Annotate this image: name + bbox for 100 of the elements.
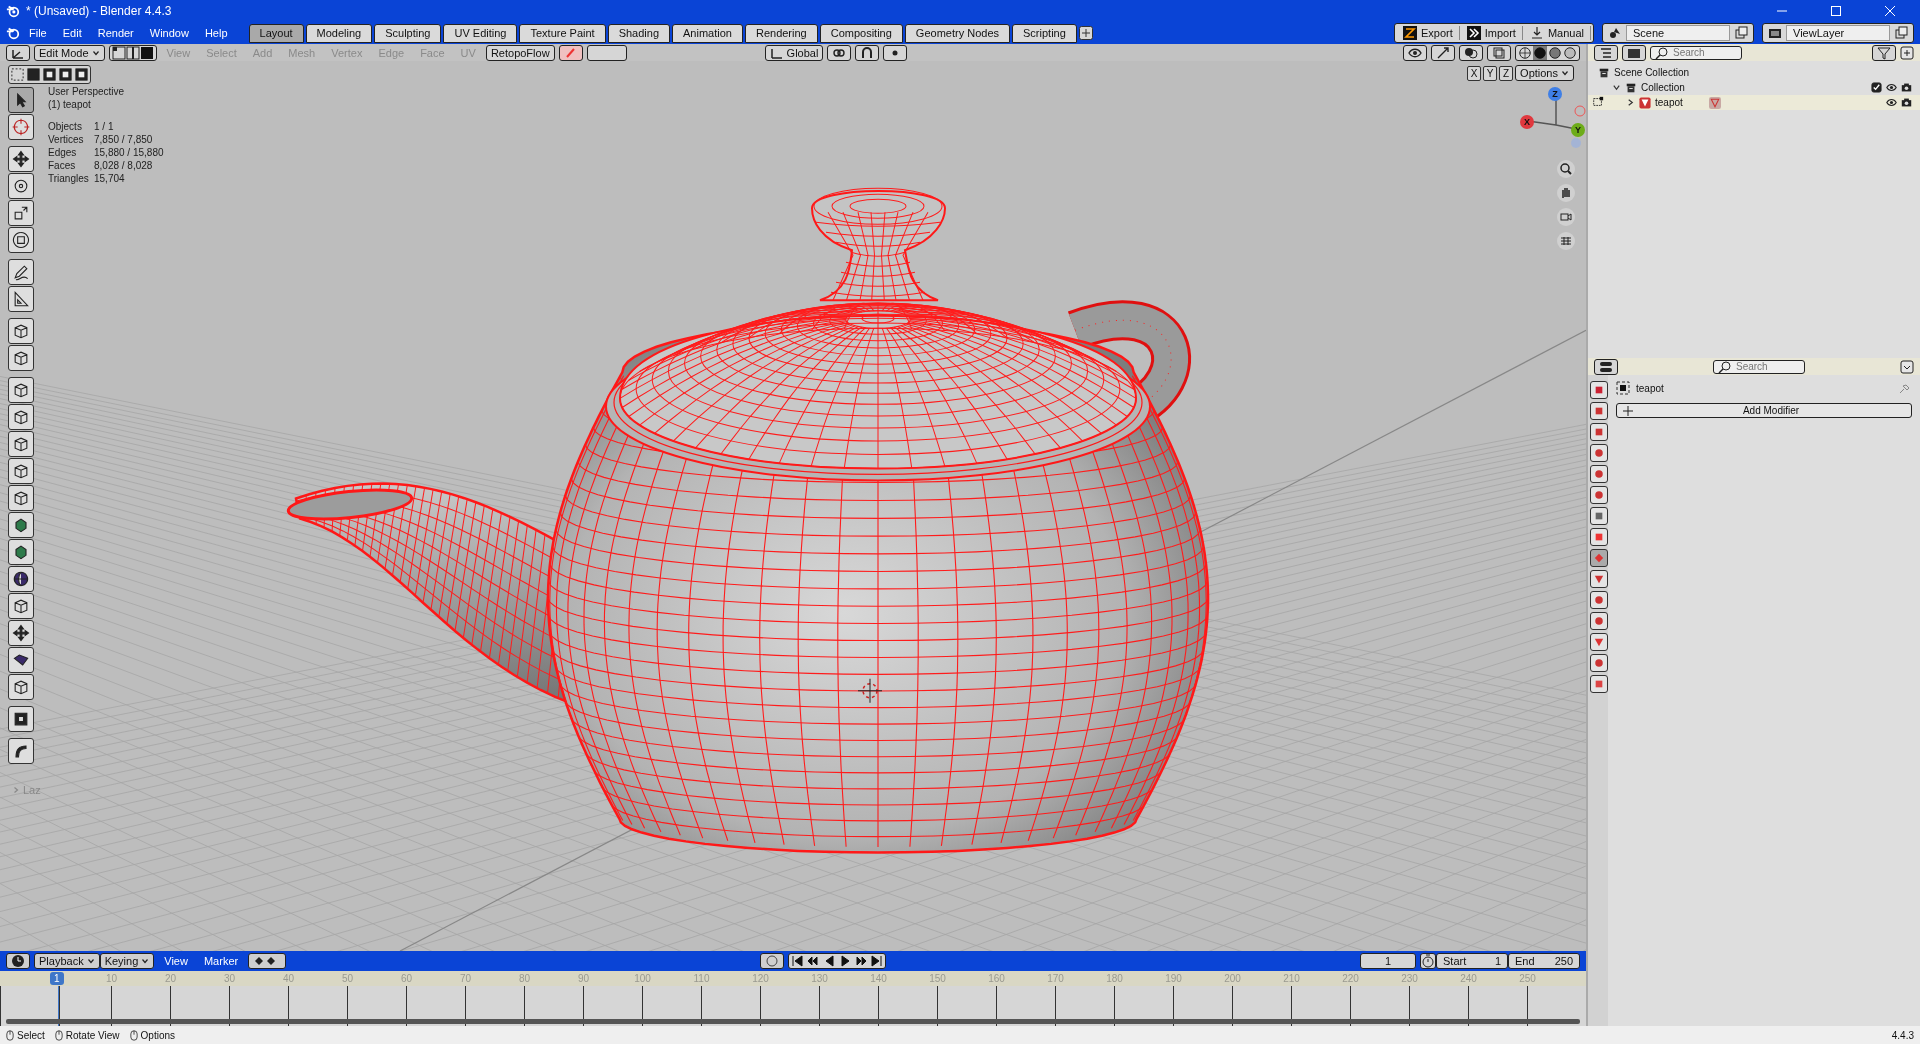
- shading-button[interactable]: [1563, 45, 1577, 60]
- tool-button[interactable]: [8, 674, 34, 700]
- close-icon[interactable]: [1882, 3, 1898, 19]
- properties-tab[interactable]: [1590, 402, 1608, 420]
- proportional-dropdown[interactable]: [883, 44, 908, 61]
- tool-button[interactable]: [8, 173, 34, 199]
- tool-button[interactable]: [8, 647, 34, 673]
- workspace-tab[interactable]: Shading: [607, 23, 671, 43]
- search-field[interactable]: Search: [1650, 45, 1742, 60]
- outliner-row[interactable]: teapot: [1588, 95, 1920, 110]
- copy-icon[interactable]: [1894, 26, 1908, 40]
- pivot-dropdown[interactable]: [827, 44, 852, 61]
- workspace-tab[interactable]: Geometry Nodes: [904, 23, 1010, 43]
- tool-button[interactable]: [8, 345, 34, 371]
- editor-type-dropdown[interactable]: [6, 44, 30, 61]
- new-collection-icon[interactable]: [1900, 45, 1914, 60]
- mesh-data-icon[interactable]: [1708, 96, 1721, 109]
- checkbox[interactable]: [1871, 82, 1882, 93]
- overlay-dropdown[interactable]: [1459, 44, 1483, 61]
- selection-mode-icon[interactable]: [26, 67, 41, 82]
- playhead-marker[interactable]: 1: [50, 972, 64, 985]
- copy-icon[interactable]: [1734, 26, 1748, 40]
- timeline-dropdown[interactable]: Keying: [99, 953, 155, 969]
- search-field[interactable]: Search: [1713, 359, 1805, 374]
- end-frame-field[interactable]: End 250: [1508, 953, 1580, 969]
- addon-dropdown[interactable]: RetopoFlow: [485, 44, 555, 61]
- tool-button[interactable]: [8, 318, 34, 344]
- navigation-gizmo[interactable]: X Y Z: [1516, 85, 1586, 165]
- tool-button[interactable]: [8, 87, 34, 113]
- properties-tab[interactable]: [1590, 486, 1608, 504]
- menu-item[interactable]: Help: [197, 27, 235, 39]
- xray-button[interactable]: [1487, 44, 1511, 61]
- properties-tab[interactable]: [1590, 528, 1608, 546]
- image-stack-icon[interactable]: [1768, 26, 1782, 40]
- menu-item[interactable]: Marker: [197, 955, 245, 967]
- timeline-scrollbar[interactable]: [6, 1019, 1580, 1024]
- grid-icon[interactable]: [1556, 231, 1576, 251]
- properties-tab[interactable]: [1590, 675, 1608, 693]
- funnel-dropdown[interactable]: [1872, 44, 1896, 61]
- start-frame-field[interactable]: Start 1: [1436, 953, 1508, 969]
- properties-tab[interactable]: [1590, 633, 1608, 651]
- workspace-tab[interactable]: Modeling: [305, 23, 373, 43]
- properties-tab[interactable]: [1590, 423, 1608, 441]
- tool-button[interactable]: [8, 377, 34, 403]
- visibility-dropdown[interactable]: [1403, 44, 1427, 61]
- properties-tab[interactable]: [1590, 444, 1608, 462]
- current-frame-field[interactable]: 1: [1360, 953, 1416, 969]
- stopwatch-icon[interactable]: [1420, 953, 1436, 969]
- tool-button[interactable]: [8, 286, 34, 312]
- menu-item[interactable]: Window: [142, 27, 196, 39]
- properties-tab[interactable]: [1590, 570, 1608, 588]
- gizmo-dropdown[interactable]: [1431, 44, 1455, 61]
- menu-item[interactable]: Render: [90, 27, 141, 39]
- tool-button[interactable]: [8, 114, 34, 140]
- menu-item[interactable]: File: [22, 27, 54, 39]
- plus-icon[interactable]: [1078, 26, 1093, 40]
- tool-button[interactable]: [8, 200, 34, 226]
- properties-tab[interactable]: [1590, 549, 1608, 567]
- tool-button[interactable]: [8, 259, 34, 285]
- options-dropdown[interactable]: Options: [1515, 65, 1574, 81]
- camera-icon[interactable]: [1901, 97, 1912, 108]
- tool-button[interactable]: [8, 431, 34, 457]
- display-mode-dropdown[interactable]: [1594, 44, 1618, 61]
- workspace-tab[interactable]: Texture Paint: [519, 23, 606, 43]
- chevron-down-icon[interactable]: [1612, 83, 1621, 92]
- selection-mode-icon[interactable]: [74, 67, 89, 82]
- mode-dropdown[interactable]: Edit Mode: [34, 44, 105, 61]
- select-mode-icons[interactable]: [108, 44, 157, 61]
- tool-button[interactable]: [8, 458, 34, 484]
- editor-type-dropdown[interactable]: [1594, 358, 1618, 375]
- workspace-tab[interactable]: Animation: [672, 23, 743, 43]
- selection-mode-icon[interactable]: [58, 67, 73, 82]
- scene-field[interactable]: Scene: [1626, 25, 1730, 41]
- tool-button[interactable]: [8, 485, 34, 511]
- menu-item[interactable]: View: [158, 955, 194, 967]
- properties-tab[interactable]: [1590, 381, 1608, 399]
- workspace-tab[interactable]: Sculpting: [374, 23, 442, 43]
- properties-tab[interactable]: [1590, 507, 1608, 525]
- maximize-icon[interactable]: [1828, 3, 1844, 19]
- chevron-right-icon[interactable]: [1626, 98, 1635, 107]
- brush-dropdown[interactable]: [558, 44, 583, 61]
- tool-button[interactable]: [8, 738, 34, 764]
- outliner-row[interactable]: Scene Collection: [1588, 65, 1920, 80]
- timeline-dropdown[interactable]: Playback: [34, 953, 100, 969]
- workspace-tab[interactable]: Compositing: [819, 23, 903, 43]
- toolbar-button[interactable]: Import: [1460, 26, 1523, 40]
- toolbar-button[interactable]: Manual: [1523, 26, 1591, 40]
- workspace-tab[interactable]: UV Editing: [443, 23, 518, 43]
- tool-button[interactable]: [8, 620, 34, 646]
- orientation-dropdown[interactable]: Global: [764, 44, 824, 61]
- auto-key-toggle[interactable]: [760, 953, 785, 969]
- tool-button[interactable]: [8, 146, 34, 172]
- eye-icon[interactable]: [1886, 97, 1897, 108]
- add-modifier-button[interactable]: Add Modifier: [1616, 403, 1912, 418]
- mirror-axis-toggle[interactable]: X: [1467, 65, 1482, 81]
- workspace-tab[interactable]: Scripting: [1012, 23, 1077, 43]
- workspace-tab[interactable]: Layout: [248, 23, 304, 43]
- properties-tab[interactable]: [1590, 591, 1608, 609]
- axis-ball[interactable]: Y: [1571, 123, 1585, 137]
- tool-button[interactable]: [8, 512, 34, 538]
